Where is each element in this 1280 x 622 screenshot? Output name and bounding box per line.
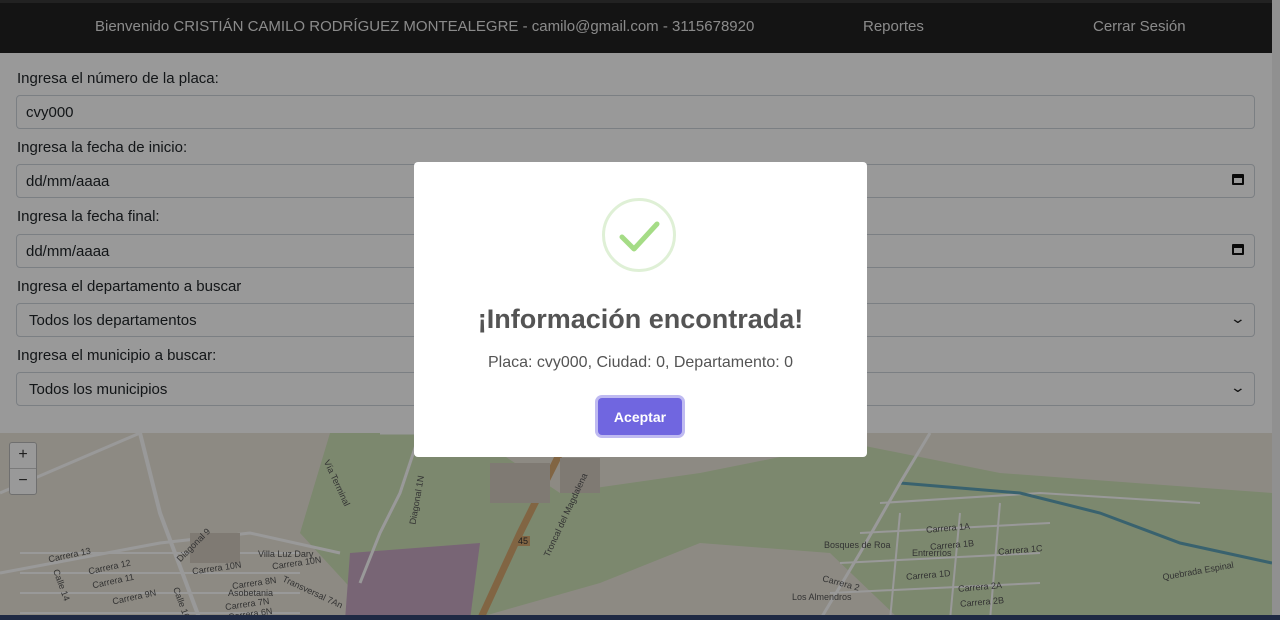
accept-button[interactable]: Aceptar	[598, 398, 682, 435]
bottom-strip	[0, 615, 1280, 620]
dialog-message: Placa: cvy000, Ciudad: 0, Departamento: …	[487, 354, 794, 371]
success-dialog: ¡Información encontrada! Placa: cvy000, …	[414, 162, 867, 457]
success-check-icon	[602, 198, 676, 272]
dialog-title: ¡Información encontrada!	[477, 304, 804, 334]
